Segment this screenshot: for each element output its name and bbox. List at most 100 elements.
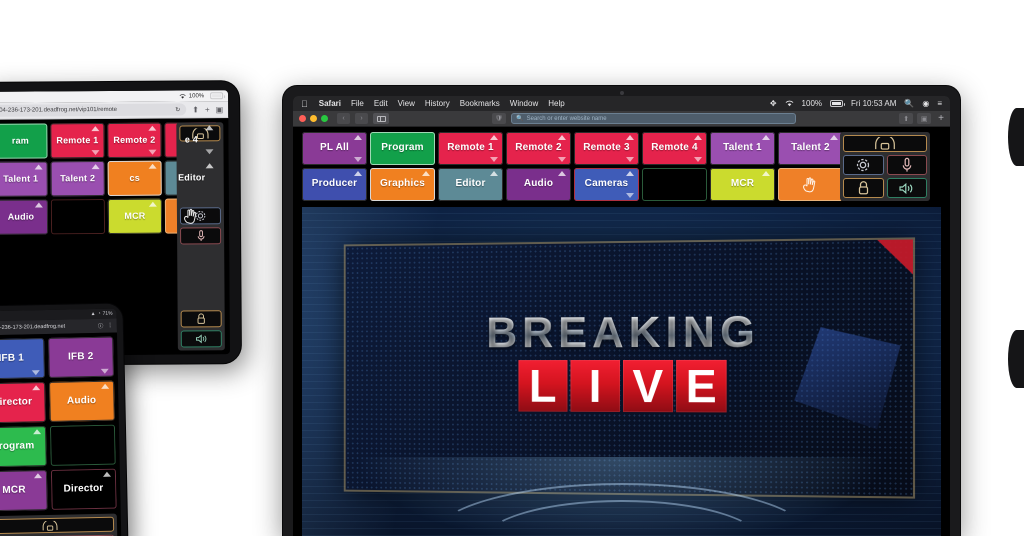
- overflow-menu-icon[interactable]: ⋮: [107, 323, 113, 329]
- privacy-shield-icon[interactable]: 🛡: [492, 113, 507, 124]
- arrow-down-icon[interactable]: [100, 368, 109, 374]
- arrow-up-icon[interactable]: [694, 135, 702, 140]
- ipad-button-ram[interactable]: ram: [0, 123, 48, 159]
- arrow-up-icon[interactable]: [830, 135, 838, 140]
- laptop-button-cameras[interactable]: Cameras: [574, 168, 639, 201]
- lock-icon[interactable]: [180, 310, 222, 328]
- arrow-up-icon[interactable]: [762, 171, 770, 176]
- laptop-button-audio[interactable]: Audio: [506, 168, 571, 201]
- ipad-button-talent-1[interactable]: Talent 1: [0, 161, 48, 197]
- arrow-up-icon[interactable]: [102, 471, 112, 477]
- arrow-up-icon[interactable]: [32, 429, 41, 435]
- phone-button-mcr[interactable]: MCR: [0, 470, 48, 512]
- arrow-down-icon[interactable]: [354, 157, 362, 162]
- headset-icon[interactable]: [843, 135, 927, 152]
- laptop-button-blank-15[interactable]: [778, 168, 843, 201]
- reload-icon[interactable]: ↻: [175, 106, 180, 113]
- menubar-clock[interactable]: Fri 10:53 AM: [851, 99, 896, 108]
- ipad-button-remote-1[interactable]: Remote 1: [50, 123, 105, 159]
- arrow-up-icon[interactable]: [91, 164, 100, 170]
- new-tab-icon[interactable]: +: [205, 105, 210, 114]
- wifi-icon[interactable]: [785, 100, 794, 107]
- arrow-up-icon[interactable]: [31, 385, 40, 391]
- back-button[interactable]: ‹: [337, 113, 350, 124]
- spotlight-search-icon[interactable]: 🔍: [904, 99, 914, 108]
- menu-item-bookmarks[interactable]: Bookmarks: [460, 99, 500, 108]
- laptop-button-mcr[interactable]: MCR: [710, 168, 775, 201]
- arrow-up-icon[interactable]: [490, 135, 498, 140]
- menu-item-window[interactable]: Window: [510, 99, 538, 108]
- arrow-down-icon[interactable]: [626, 193, 634, 198]
- share-icon[interactable]: ⬆: [192, 105, 199, 114]
- phone-button-ifb-1[interactable]: IFB 1: [0, 338, 45, 380]
- arrow-up-icon[interactable]: [34, 164, 43, 170]
- speaker-icon[interactable]: [886, 178, 927, 198]
- ipad-url-bar[interactable]: 04-236-173-201.deadfrog.net/vip101/remot…: [0, 101, 229, 120]
- sidebar-icon[interactable]: [373, 113, 389, 124]
- window-controls[interactable]: [299, 115, 328, 122]
- arrow-up-icon[interactable]: [205, 163, 214, 169]
- arrow-down-icon[interactable]: [694, 157, 702, 162]
- laptop-button-talent-2[interactable]: Talent 2: [778, 132, 843, 165]
- menu-item-safari[interactable]: Safari: [319, 99, 341, 108]
- arrow-down-icon[interactable]: [626, 157, 634, 162]
- phone-button-ifb-2[interactable]: IFB 2: [47, 336, 114, 378]
- arrow-down-icon[interactable]: [31, 370, 40, 376]
- arrow-down-icon[interactable]: [205, 149, 214, 155]
- headset-icon[interactable]: [0, 516, 115, 535]
- arrow-up-icon[interactable]: [422, 171, 430, 176]
- ipad-button-remote-2[interactable]: Remote 2: [107, 122, 162, 159]
- arrow-up-icon[interactable]: [490, 171, 498, 176]
- laptop-button-pl-all[interactable]: PL All: [302, 132, 367, 165]
- tabs-overview-icon[interactable]: ▣: [917, 113, 932, 124]
- arrow-up-icon[interactable]: [354, 171, 362, 176]
- arrow-down-icon[interactable]: [148, 149, 157, 155]
- laptop-button-program[interactable]: Program: [370, 132, 435, 165]
- share-icon[interactable]: ⬆: [899, 113, 914, 124]
- arrow-up-icon[interactable]: [626, 135, 634, 140]
- menu-item-view[interactable]: View: [398, 99, 415, 108]
- ipad-button-audio[interactable]: Audio: [0, 199, 49, 235]
- laptop-button-remote-4[interactable]: Remote 4: [642, 132, 707, 165]
- phone-button-director[interactable]: Director: [50, 468, 117, 510]
- forward-button[interactable]: ›: [355, 113, 368, 124]
- minimize-button[interactable]: [310, 115, 317, 122]
- arrow-up-icon[interactable]: [205, 125, 214, 131]
- arrow-up-icon[interactable]: [148, 125, 157, 131]
- arrow-up-icon[interactable]: [558, 171, 566, 176]
- laptop-button-remote-2[interactable]: Remote 2: [506, 132, 571, 165]
- page-info-icon[interactable]: ⓘ: [98, 322, 104, 330]
- microphone-icon[interactable]: [180, 227, 222, 245]
- phone-button-director[interactable]: Director: [0, 382, 46, 424]
- phone-button-blank-5[interactable]: [49, 424, 116, 466]
- new-tab-button[interactable]: +: [938, 113, 944, 124]
- lock-icon[interactable]: [843, 178, 884, 198]
- arrow-down-icon[interactable]: [558, 157, 566, 162]
- gear-icon[interactable]: [843, 155, 884, 175]
- laptop-button-remote-1[interactable]: Remote 1: [438, 132, 503, 165]
- menu-item-edit[interactable]: Edit: [374, 99, 388, 108]
- control-center-icon[interactable]: ≡: [937, 99, 942, 108]
- arrow-up-icon[interactable]: [354, 135, 362, 140]
- ipad-button-talent-2[interactable]: Talent 2: [50, 161, 105, 197]
- arrow-up-icon[interactable]: [148, 201, 157, 207]
- arrow-up-icon[interactable]: [626, 171, 634, 176]
- bluetooth-icon[interactable]: ✥: [770, 99, 777, 108]
- laptop-button-blank-13[interactable]: [642, 168, 707, 201]
- ipad-button-cs[interactable]: cs: [107, 160, 162, 197]
- phone-button-program[interactable]: Program: [0, 426, 47, 468]
- ipad-button-blank-9[interactable]: [50, 199, 106, 235]
- arrow-up-icon[interactable]: [762, 135, 770, 140]
- search-input[interactable]: 🔍 Search or enter website name: [511, 113, 797, 124]
- arrow-up-icon[interactable]: [33, 473, 42, 479]
- menu-item-help[interactable]: Help: [548, 99, 564, 108]
- tabs-icon[interactable]: ▣: [216, 105, 224, 114]
- zoom-button[interactable]: [321, 115, 328, 122]
- arrow-up-icon[interactable]: [148, 163, 157, 169]
- speaker-icon[interactable]: [180, 330, 222, 348]
- arrow-down-icon[interactable]: [91, 150, 100, 156]
- laptop-button-producer[interactable]: Producer: [302, 168, 367, 201]
- arrow-up-icon[interactable]: [558, 135, 566, 140]
- menu-item-history[interactable]: History: [425, 99, 450, 108]
- close-button[interactable]: [299, 115, 306, 122]
